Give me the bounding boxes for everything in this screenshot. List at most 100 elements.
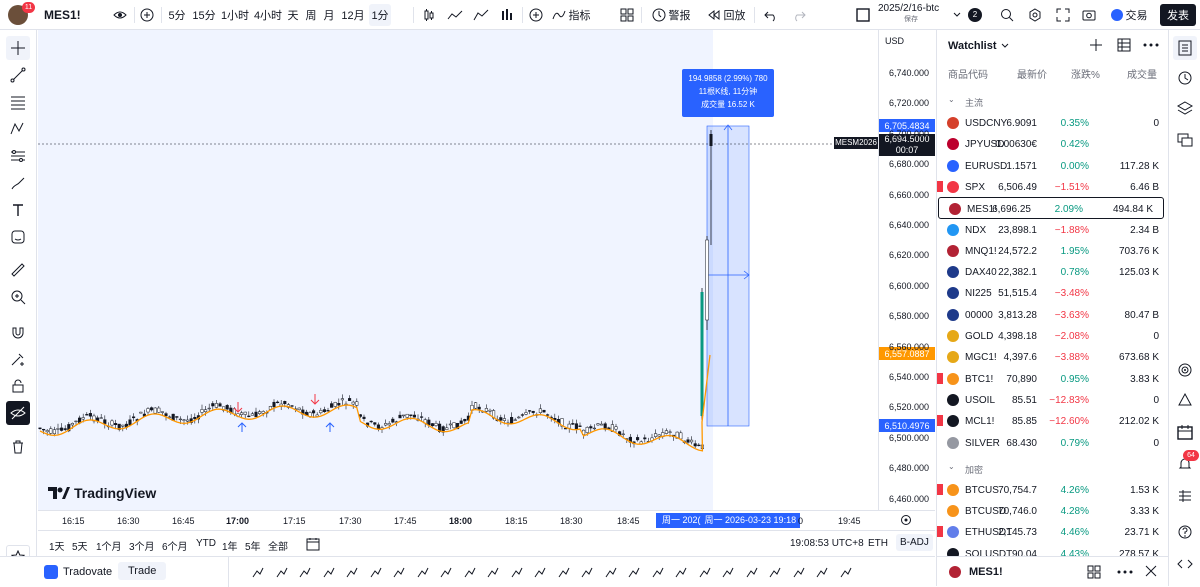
range-5y[interactable]: 5年 [245,538,261,553]
trade-tool-icon[interactable] [627,565,641,579]
price-axis[interactable]: USD 6,705.4834 6,694.5000 00:07 6,557.08… [878,30,935,510]
watchlist-row[interactable]: MCL1! 85.85 −12.60% 212.02 K [937,410,1168,432]
trade-tool-icon[interactable] [251,565,265,579]
timeframe-15m[interactable]: 15分 [191,4,217,26]
trade-tool-icon[interactable] [557,565,571,579]
fib-icon[interactable] [6,90,30,114]
range-all[interactable]: 全部 [268,538,288,553]
ideas-icon[interactable] [1173,388,1197,412]
trade-tool-icon[interactable] [463,565,477,579]
alerts-clock-icon[interactable] [1173,66,1197,90]
watchlist-row[interactable]: 00000 3,813.28 −3.63% 80.47 B [937,304,1168,326]
stay-drawing-icon[interactable] [6,347,30,371]
more-icon[interactable] [1143,43,1159,47]
settings-icon[interactable] [1024,4,1046,26]
trade-tool-icon[interactable] [510,565,524,579]
trash-icon[interactable] [6,435,30,459]
range-1d[interactable]: 1天 [49,538,65,553]
range-5d[interactable]: 5天 [72,538,88,553]
layers-icon[interactable] [1173,96,1197,120]
add-symbol-icon[interactable] [137,4,157,26]
timeframe-w[interactable]: 周 [304,4,318,26]
advanced-view-icon[interactable] [1117,38,1131,52]
flag-marker[interactable] [937,180,943,192]
trade-tool-icon[interactable] [322,565,336,579]
timeframe-d[interactable]: 天 [286,4,300,26]
range-3m[interactable]: 3个月 [129,538,155,553]
watchlist-title[interactable]: Watchlist [948,40,1009,52]
pine-editor-icon[interactable] [1173,552,1197,576]
range-1y[interactable]: 1年 [222,538,238,553]
replay-button[interactable]: 回放 [704,4,748,26]
trade-tool-icon[interactable] [416,565,430,579]
trade-tool-icon[interactable] [392,565,406,579]
hide-drawings-icon[interactable] [6,401,30,425]
trade-tool-icon[interactable] [369,565,383,579]
trade-tool-icon[interactable] [439,565,453,579]
watchlist-row[interactable]: EURUSD 1.1571 0.00% 117.28 K [937,155,1168,177]
trade-tool-icon[interactable] [298,565,312,579]
line-chart-icon[interactable] [444,4,466,26]
chart-pane[interactable]: 194.9858 (2.99%) 780 11根K线, 11分钟 成交量 16.… [38,30,878,510]
templates-icon[interactable] [617,4,637,26]
symbol-details-bar[interactable]: MES1! [937,556,1168,586]
lock-icon[interactable] [6,374,30,398]
text-icon[interactable] [6,198,30,222]
close-icon[interactable] [1145,565,1157,577]
trade-tool-icon[interactable] [698,565,712,579]
trade-tool-icon[interactable] [745,565,759,579]
watchlist-icon[interactable] [1173,36,1197,60]
timeframe-1h[interactable]: 1小时 [220,4,250,26]
timeframe-12m[interactable]: 12月 [340,4,366,26]
trade-tool-icon[interactable] [839,565,853,579]
trade-tool-icon[interactable] [768,565,782,579]
trade-button[interactable]: 交易 [1108,4,1150,26]
timeframe-5m[interactable]: 5分 [166,4,188,26]
dom-icon[interactable] [1173,484,1197,508]
chat-icon[interactable] [1173,128,1197,152]
trade-tool-icon[interactable] [674,565,688,579]
range-6m[interactable]: 6个月 [162,538,188,553]
zoom-icon[interactable] [6,285,30,309]
bars-icon[interactable] [496,4,518,26]
watchlist-row[interactable]: MNQ1! 24,572.2 1.95% 703.76 K [937,240,1168,262]
watchlist-row[interactable]: MGC1! 4,397.6 −3.88% 673.68 K [937,346,1168,368]
watchlist-row[interactable]: MES1! 6,696.25 2.09% 494.84 K [938,197,1164,220]
range-ytd[interactable]: YTD [196,538,216,549]
trade-tool-icon[interactable] [580,565,594,579]
trade-tool-icon[interactable] [721,565,735,579]
trade-tab[interactable]: Trade [118,562,167,580]
fullscreen-icon[interactable] [1052,4,1074,26]
redo-icon[interactable] [788,4,810,26]
alert-button[interactable]: 警报 [648,4,694,26]
layout-dropdown-icon[interactable] [951,4,963,26]
more-icon[interactable] [1117,570,1133,574]
timeframe-1m[interactable]: 1分 [369,4,391,26]
layout-count-badge[interactable]: 2 [968,8,982,22]
trade-tool-icon[interactable] [815,565,829,579]
col-change[interactable]: 涨跌% [1071,66,1100,81]
trade-tool-icon[interactable] [651,565,665,579]
magnet-icon[interactable] [6,320,30,344]
help-icon[interactable] [1173,520,1197,544]
flag-marker[interactable] [937,372,943,384]
symbol-search[interactable]: MES1! [44,4,104,26]
timeframe-m[interactable]: 月 [322,4,336,26]
watchlist-row[interactable]: SILVER 68.430 0.79% 0 [937,432,1168,454]
watchlist-row[interactable]: JPYUSD 0.00630€ 0.42% [937,133,1168,155]
flag-marker[interactable] [937,483,943,495]
goto-date-icon[interactable] [306,537,320,551]
watchlist-row[interactable]: BTC1! 70,890 0.95% 3.83 K [937,368,1168,390]
emoji-icon[interactable] [6,225,30,249]
col-last[interactable]: 最新价 [1017,66,1047,81]
calendar-icon[interactable] [1173,420,1197,444]
watchlist-row[interactable]: BTCUS 70,754.7 4.26% 1.53 K [937,479,1168,501]
ruler-icon[interactable] [6,258,30,282]
watchlist-row[interactable]: SPX 6,506.49 −1.51% 6.46 B [937,176,1168,198]
trade-tool-icon[interactable] [345,565,359,579]
grid-icon[interactable] [1087,565,1101,579]
col-symbol[interactable]: 商品代码 [948,66,988,81]
watchlist-row[interactable]: DAX40 22,382.1 0.78% 125.03 K [937,261,1168,283]
watch-icon[interactable] [110,4,130,26]
projection-icon[interactable] [6,144,30,168]
